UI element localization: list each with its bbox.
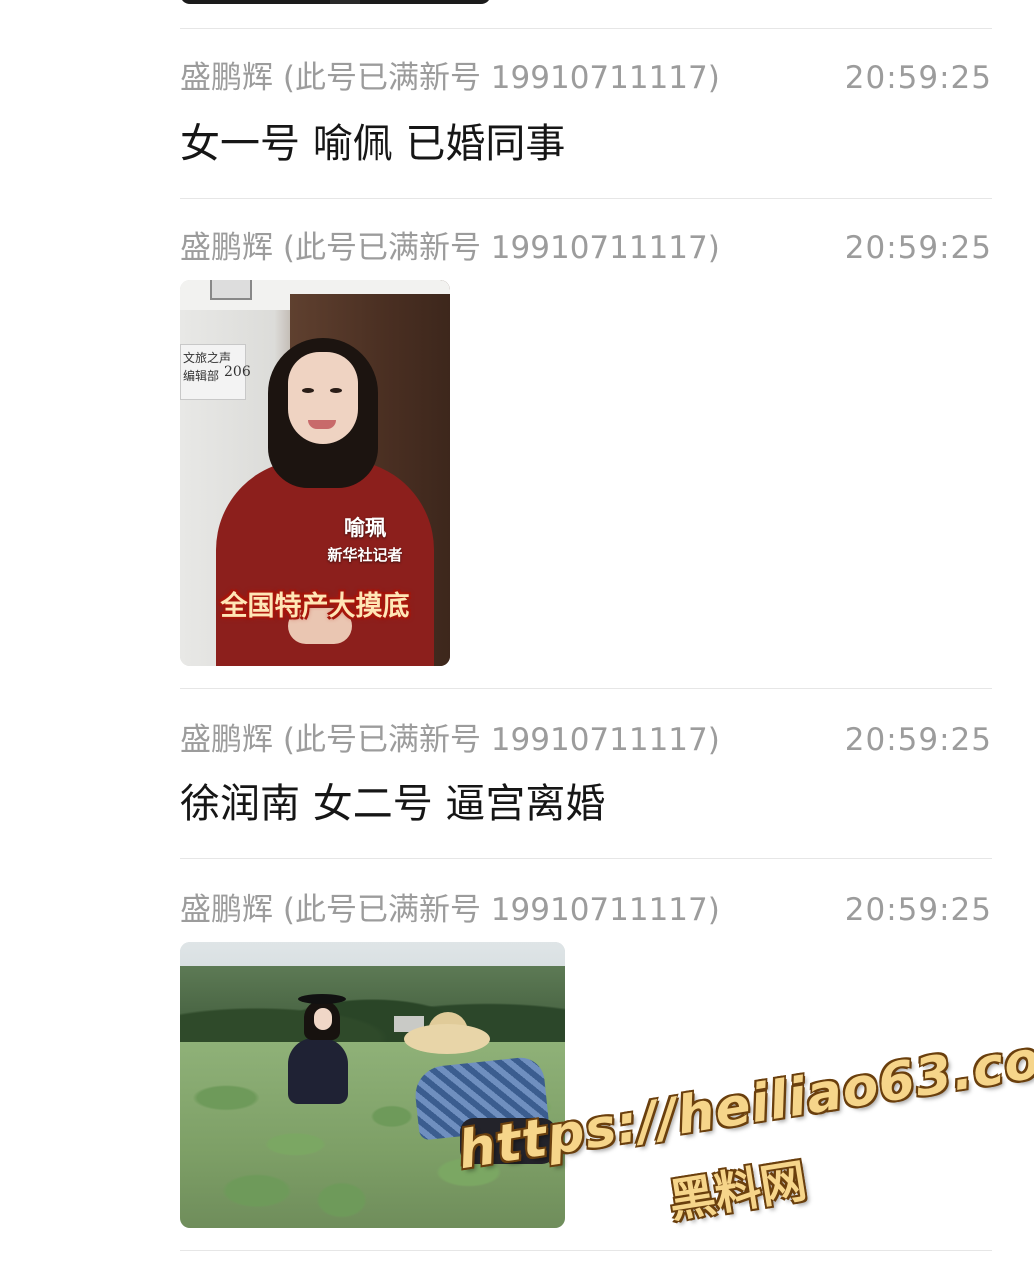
room-number: 206 xyxy=(224,364,251,380)
message-divider xyxy=(180,858,992,859)
message-time: 20:59:25 xyxy=(844,892,992,928)
message-image-reporter[interactable]: 文旅之声 编辑部 206 喻珮 新华社记者 全国特产大摸底 xyxy=(180,280,450,666)
message-header: 盛鹏辉 (此号已满新号 19910711117) 20:59:25 xyxy=(180,228,992,268)
video-caption: 全国特产大摸底 xyxy=(220,591,410,622)
watermark-site-name: 黑料网 xyxy=(665,1153,811,1229)
chat-message-list: 盛鹏辉 (此号已满新号 19910711117) 20:59:25 女一号 喻佩… xyxy=(0,0,1034,1280)
message-divider xyxy=(180,1250,992,1251)
message-divider xyxy=(180,28,992,29)
previous-image-thumbnail[interactable] xyxy=(180,0,491,4)
message-header: 盛鹏辉 (此号已满新号 19910711117) 20:59:25 xyxy=(180,890,992,930)
message-text[interactable]: 徐润南 女二号 逼宫离婚 xyxy=(180,778,605,830)
message-header: 盛鹏辉 (此号已满新号 19910711117) 20:59:25 xyxy=(180,58,992,98)
message-divider xyxy=(180,688,992,689)
message-header: 盛鹏辉 (此号已满新号 19910711117) 20:59:25 xyxy=(180,720,992,760)
sender-name: 盛鹏辉 (此号已满新号 19910711117) xyxy=(180,722,720,758)
sender-name: 盛鹏辉 (此号已满新号 19910711117) xyxy=(180,230,720,266)
reporter-name: 喻珮 xyxy=(344,516,386,540)
message-divider xyxy=(180,198,992,199)
message-time: 20:59:25 xyxy=(844,230,992,266)
reporter-title: 新华社记者 xyxy=(327,546,403,564)
sender-name: 盛鹏辉 (此号已满新号 19910711117) xyxy=(180,892,720,928)
message-image-field[interactable] xyxy=(180,942,565,1228)
sender-name: 盛鹏辉 (此号已满新号 19910711117) xyxy=(180,60,720,96)
message-text[interactable]: 女一号 喻佩 已婚同事 xyxy=(180,118,565,170)
message-time: 20:59:25 xyxy=(844,60,992,96)
message-time: 20:59:25 xyxy=(844,722,992,758)
